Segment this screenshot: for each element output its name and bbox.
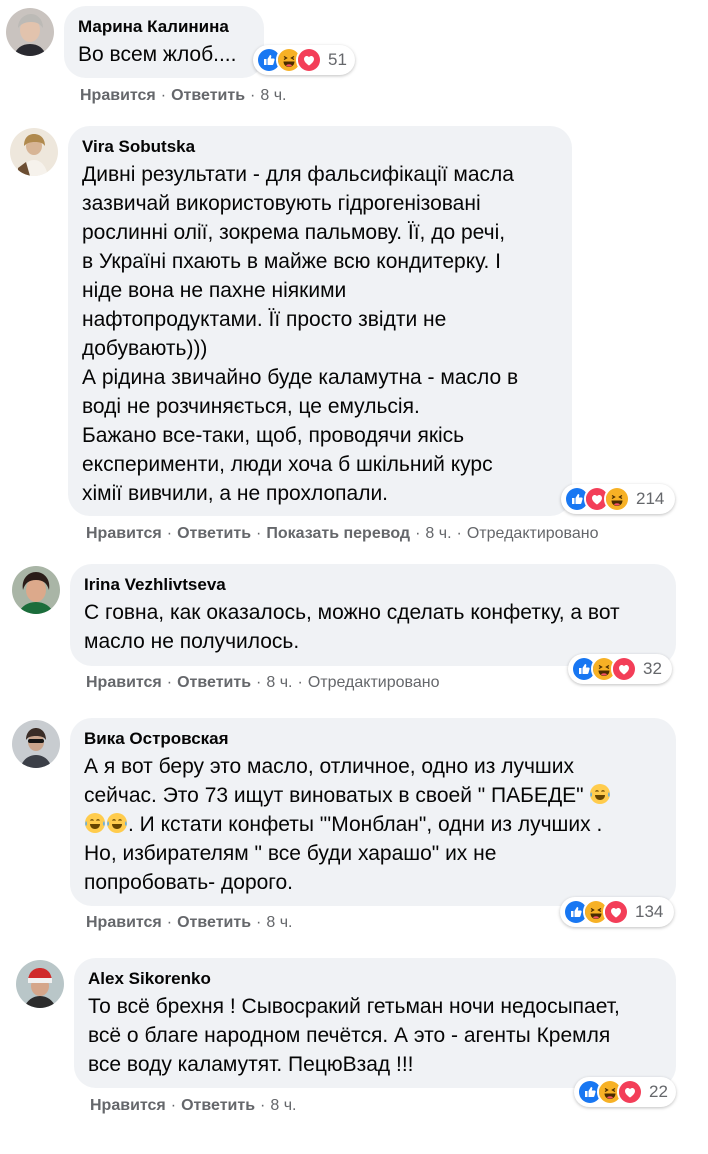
reply-link[interactable]: Ответить bbox=[177, 525, 251, 542]
comment-text: То всё брехня ! Сывосракий гетьман ночи … bbox=[88, 995, 620, 1076]
reactions-summary[interactable]: 214 bbox=[561, 484, 675, 514]
comment-actions: Нравится · Ответить · Показать перевод · 8 ч. ·… bbox=[86, 525, 599, 542]
haha-icon bbox=[604, 486, 630, 512]
reply-link[interactable]: Ответить bbox=[171, 87, 245, 104]
reply-link[interactable]: Ответить bbox=[177, 674, 251, 691]
text-part: А я вот беру это масло, отличное, одно и… bbox=[84, 755, 584, 807]
comment-actions: Нравится · Ответить · 8 ч. bbox=[86, 914, 293, 931]
comment-text: С говна, как оказалось, можно сделать ко… bbox=[84, 601, 620, 653]
like-link[interactable]: Нравится bbox=[86, 914, 162, 931]
reactions-summary[interactable]: 22 bbox=[574, 1077, 676, 1107]
reactions-summary[interactable]: 32 bbox=[568, 654, 672, 684]
avatar[interactable] bbox=[12, 566, 60, 614]
reaction-count: 32 bbox=[643, 659, 662, 678]
text-part: . И кстати конфеты "'Монблан", одни из л… bbox=[84, 813, 603, 894]
like-link[interactable]: Нравится bbox=[86, 674, 162, 691]
comment-text: Дивні результати - для фальсифікації мас… bbox=[82, 163, 519, 505]
reaction-count: 51 bbox=[328, 50, 347, 69]
comment-author[interactable]: Вика Островская bbox=[84, 728, 662, 750]
comment-author[interactable]: Irina Vezhlivtseva bbox=[84, 574, 662, 596]
comment-author[interactable]: Vira Sobutska bbox=[82, 136, 558, 158]
reaction-count: 134 bbox=[635, 902, 664, 921]
comment-text: А я вот беру это масло, отличное, одно и… bbox=[84, 752, 662, 897]
tears-of-joy-emoji-icon bbox=[106, 812, 128, 834]
reply-link[interactable]: Ответить bbox=[181, 1097, 255, 1114]
love-icon bbox=[603, 899, 629, 925]
like-link[interactable]: Нравится bbox=[80, 87, 156, 104]
reaction-count: 214 bbox=[636, 489, 665, 508]
comment-bubble: Irina Vezhlivtseva С говна, как оказалос… bbox=[70, 564, 676, 666]
like-link[interactable]: Нравится bbox=[90, 1097, 166, 1114]
comment-bubble: Vira Sobutska Дивні результати - для фал… bbox=[68, 126, 572, 516]
edited-label[interactable]: Отредактировано bbox=[467, 525, 599, 542]
avatar[interactable] bbox=[10, 128, 58, 176]
avatar[interactable] bbox=[16, 960, 64, 1008]
love-icon bbox=[611, 656, 637, 682]
comment-bubble: Alex Sikorenko То всё брехня ! Сывосраки… bbox=[74, 958, 676, 1088]
tears-of-joy-emoji-icon bbox=[84, 812, 106, 834]
reactions-summary[interactable]: 134 bbox=[560, 897, 674, 927]
timestamp[interactable]: 8 ч. bbox=[266, 674, 292, 691]
comment-bubble: Марина Калинина Во всем жлоб.... bbox=[64, 6, 264, 78]
tears-of-joy-emoji-icon bbox=[589, 783, 611, 805]
timestamp[interactable]: 8 ч. bbox=[425, 525, 451, 542]
translate-link[interactable]: Показать перевод bbox=[266, 525, 410, 542]
comment-text: Во всем жлоб.... bbox=[78, 43, 237, 66]
reply-link[interactable]: Ответить bbox=[177, 914, 251, 931]
avatar[interactable] bbox=[12, 720, 60, 768]
reactions-summary[interactable]: 51 bbox=[253, 45, 355, 75]
comment-actions: Нравится · Ответить · 8 ч. bbox=[80, 87, 287, 104]
comment-actions: Нравится · Ответить · 8 ч. · Отредактировано bbox=[86, 674, 440, 691]
like-link[interactable]: Нравится bbox=[86, 525, 162, 542]
comment-actions: Нравится · Ответить · 8 ч. bbox=[90, 1097, 297, 1114]
comment-bubble: Вика Островская А я вот беру это масло, … bbox=[70, 718, 676, 906]
timestamp[interactable]: 8 ч. bbox=[270, 1097, 296, 1114]
love-icon bbox=[617, 1079, 643, 1105]
timestamp[interactable]: 8 ч. bbox=[260, 87, 286, 104]
comment-author[interactable]: Alex Sikorenko bbox=[88, 968, 662, 990]
edited-label[interactable]: Отредактировано bbox=[308, 674, 440, 691]
comment-author[interactable]: Марина Калинина bbox=[78, 16, 250, 38]
love-icon bbox=[296, 47, 322, 73]
avatar[interactable] bbox=[6, 8, 54, 56]
timestamp[interactable]: 8 ч. bbox=[266, 914, 292, 931]
reaction-count: 22 bbox=[649, 1082, 668, 1101]
